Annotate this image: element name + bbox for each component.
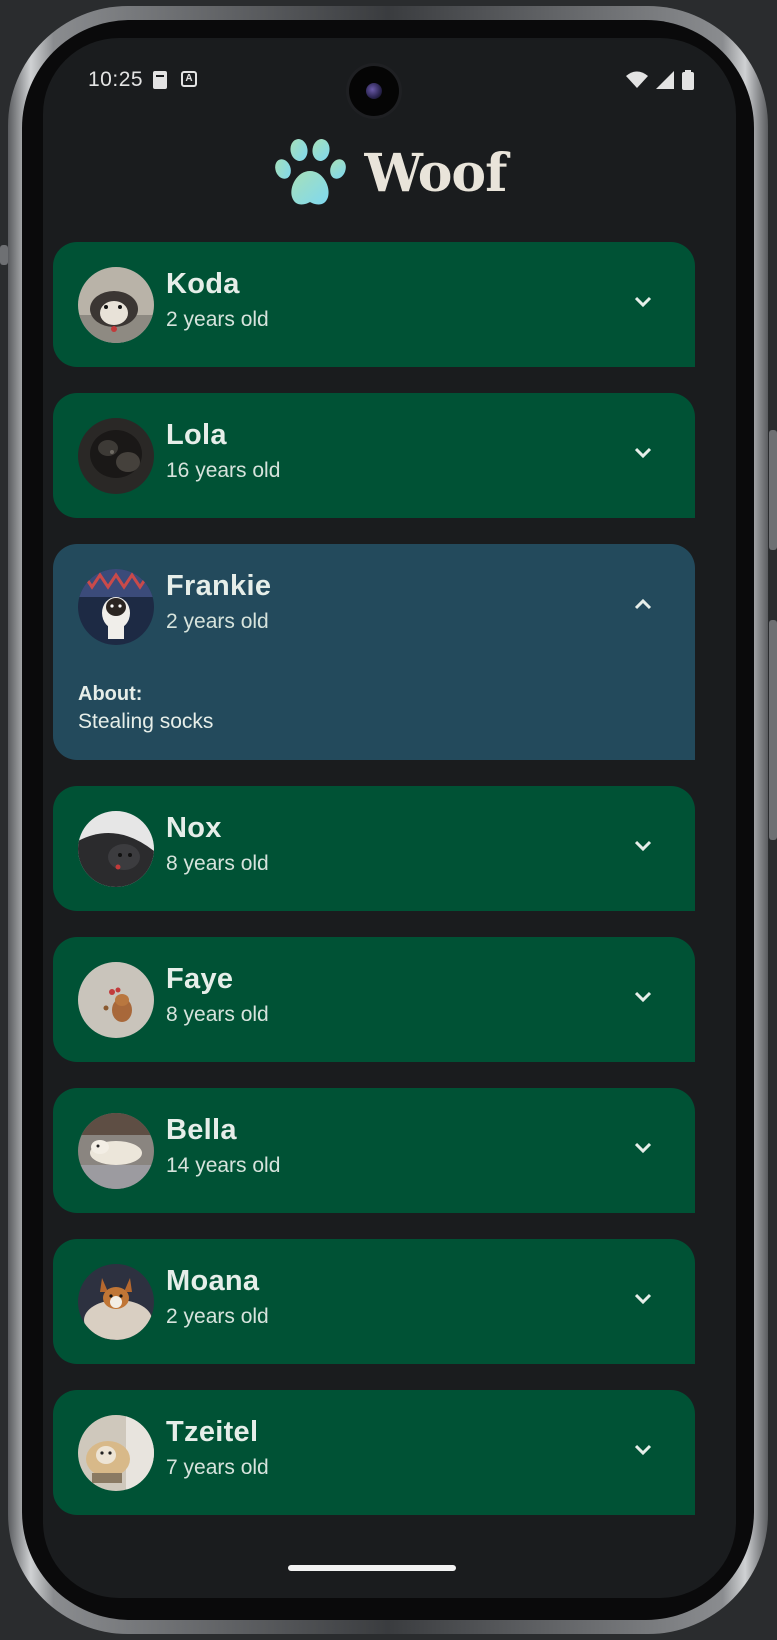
home-indicator[interactable] [288, 1565, 456, 1571]
signal-icon [656, 71, 674, 89]
dog-name: Bella [166, 1114, 237, 1146]
accessibility-icon: A [181, 71, 197, 87]
dog-name: Faye [166, 963, 234, 995]
dog-name: Nox [166, 812, 222, 844]
dog-age: 8 years old [166, 852, 269, 875]
dog-name: Lola [166, 419, 227, 451]
app-screen: 10:25 A Woof Koda 2 years old Lola 16 ye… [43, 38, 736, 1598]
battery-icon [682, 70, 694, 90]
expand-button[interactable] [621, 1126, 665, 1170]
dog-age: 16 years old [166, 459, 281, 482]
dog-avatar [78, 267, 154, 343]
dog-age: 2 years old [166, 308, 269, 331]
expand-button[interactable] [621, 1277, 665, 1321]
chevron-up-icon [634, 598, 652, 610]
chevron-down-icon [634, 1444, 652, 1456]
dog-avatar [78, 962, 154, 1038]
paw-icon [274, 139, 346, 205]
dog-card-koda[interactable]: Koda 2 years old [53, 242, 695, 367]
chevron-down-icon [634, 840, 652, 852]
app-header: Woof [43, 128, 736, 218]
dog-name: Moana [166, 1265, 260, 1297]
dog-avatar [78, 418, 154, 494]
wifi-icon [626, 71, 648, 88]
dog-name: Koda [166, 268, 240, 300]
dog-list[interactable]: Koda 2 years old Lola 16 years old Frank… [53, 242, 695, 1541]
dog-card-bella[interactable]: Bella 14 years old [53, 1088, 695, 1213]
dog-name: Frankie [166, 570, 272, 602]
collapse-button[interactable] [621, 582, 665, 626]
dog-age: 2 years old [166, 1305, 269, 1328]
about-text: Stealing socks [78, 710, 214, 733]
device-frame: 10:25 A Woof Koda 2 years old Lola 16 ye… [0, 0, 777, 1640]
expand-button[interactable] [621, 975, 665, 1019]
dog-avatar [78, 811, 154, 887]
chevron-down-icon [634, 1293, 652, 1305]
dog-age: 7 years old [166, 1456, 269, 1479]
front-camera [349, 66, 399, 116]
chevron-down-icon [634, 991, 652, 1003]
expand-button[interactable] [621, 280, 665, 324]
power-button [769, 430, 777, 550]
dog-card-lola[interactable]: Lola 16 years old [53, 393, 695, 518]
dog-card-moana[interactable]: Moana 2 years old [53, 1239, 695, 1364]
dog-age: 2 years old [166, 610, 269, 633]
dog-age: 14 years old [166, 1154, 281, 1177]
dog-card-faye[interactable]: Faye 8 years old [53, 937, 695, 1062]
chevron-down-icon [634, 447, 652, 459]
sim-card-icon [153, 71, 167, 89]
dog-avatar [78, 569, 154, 645]
about-section: About: Stealing socks [53, 669, 695, 760]
dog-card-tzeitel[interactable]: Tzeitel 7 years old [53, 1390, 695, 1515]
chevron-down-icon [634, 296, 652, 308]
expand-button[interactable] [621, 1428, 665, 1472]
dog-name: Tzeitel [166, 1416, 259, 1448]
status-left-icons: A [153, 71, 197, 89]
status-bar: 10:25 A [43, 38, 736, 118]
expand-button[interactable] [621, 431, 665, 475]
about-label: About: [78, 683, 143, 705]
dog-age: 8 years old [166, 1003, 269, 1026]
dog-avatar [78, 1264, 154, 1340]
dog-card-nox[interactable]: Nox 8 years old [53, 786, 695, 911]
left-side-button [0, 245, 8, 265]
expand-button[interactable] [621, 824, 665, 868]
app-title: Woof [364, 142, 508, 204]
dog-card-frankie[interactable]: Frankie 2 years old About: Stealing sock… [53, 544, 695, 760]
chevron-down-icon [634, 1142, 652, 1154]
dog-avatar [78, 1415, 154, 1491]
status-right-icons [626, 70, 694, 90]
dog-avatar [78, 1113, 154, 1189]
status-time: 10:25 [88, 68, 144, 91]
volume-button [769, 620, 777, 840]
